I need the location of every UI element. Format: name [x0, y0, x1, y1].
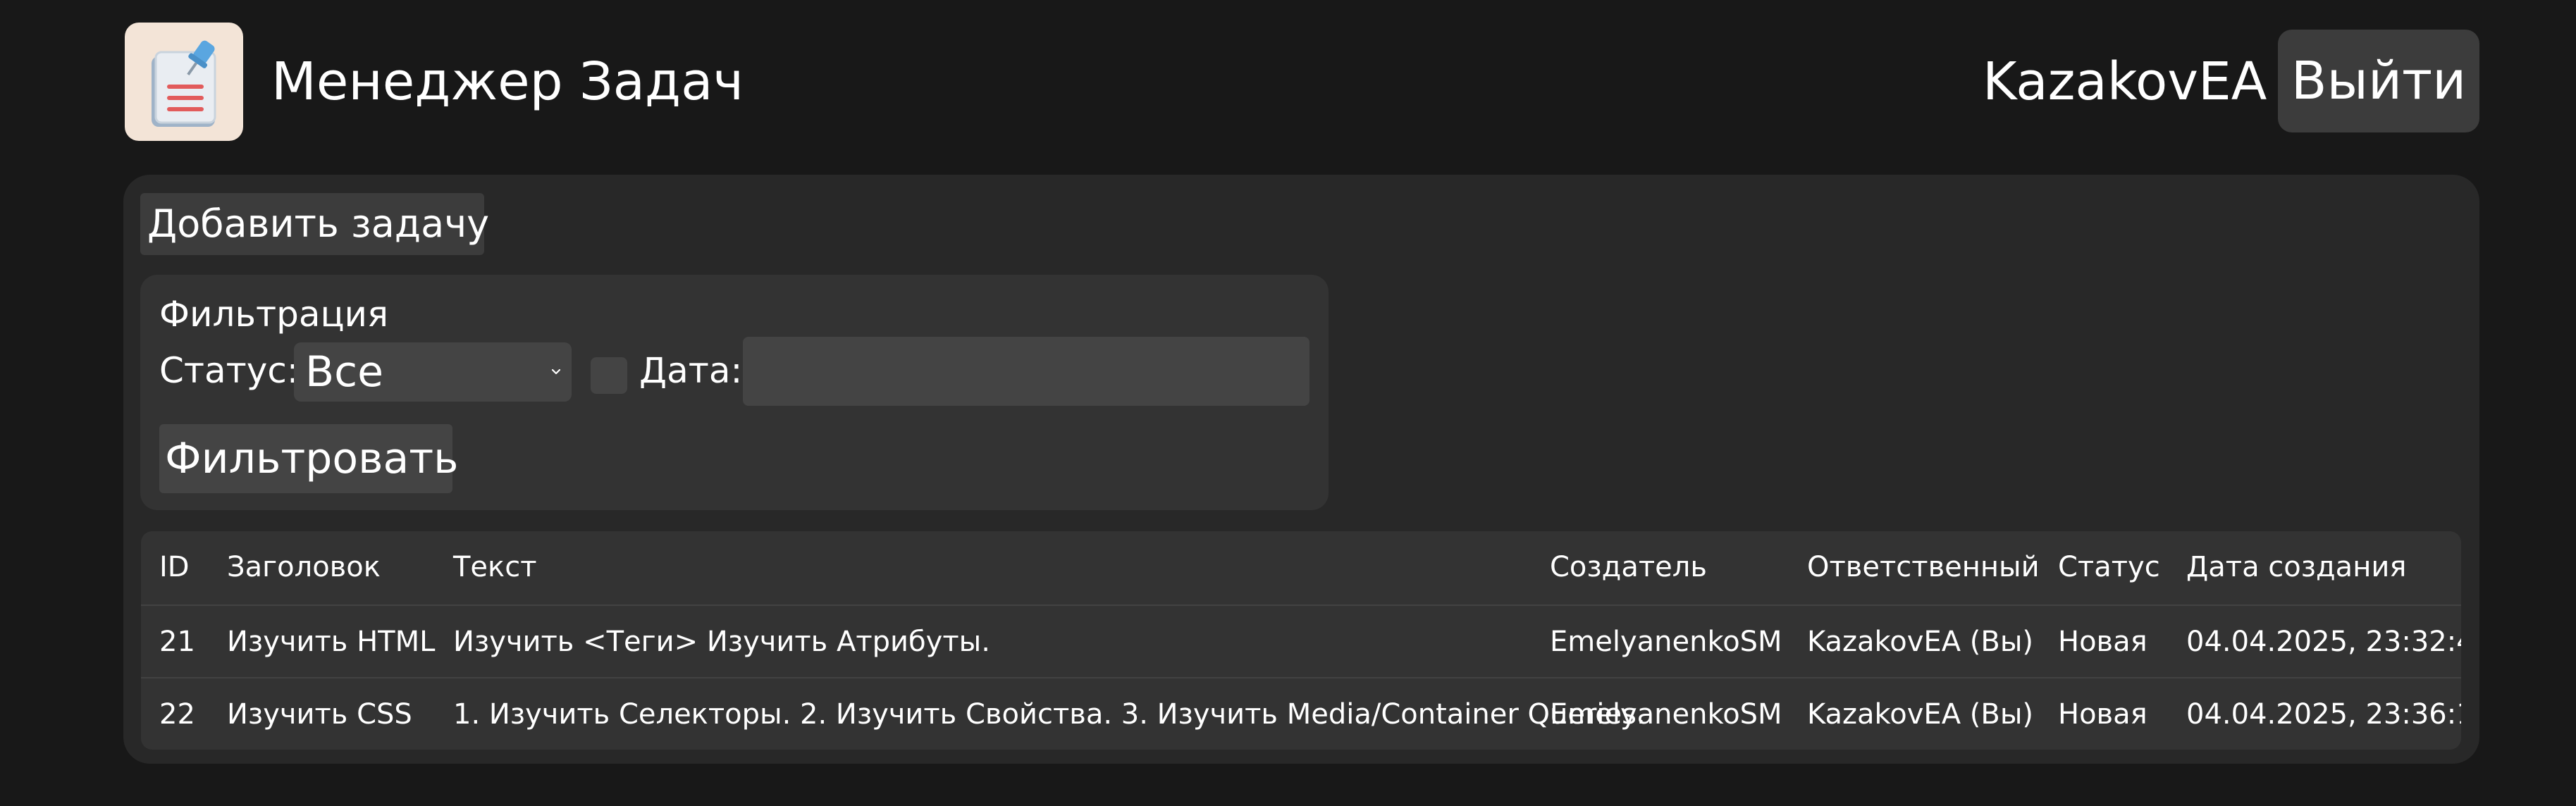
status-label: Статус:	[159, 350, 299, 391]
task-text: 1. Изучить Селекторы. 2. Изучить Свойств…	[453, 698, 1646, 731]
task-status: Новая	[2058, 626, 2147, 658]
status-select[interactable]: Все	[294, 342, 572, 402]
filter-panel: Фильтрация Статус: Все Дата: Фильтровать	[140, 275, 1329, 510]
column-header-assignee: Ответственный	[1807, 551, 2040, 583]
chevron-down-icon	[548, 364, 565, 380]
filter-title: Фильтрация	[159, 294, 389, 335]
task-assignee: KazakovEA (Вы)	[1807, 626, 2034, 658]
task-title: Изучить HTML	[227, 626, 436, 658]
column-header-created-date: Дата создания	[2186, 551, 2407, 583]
column-header-id: ID	[159, 551, 190, 583]
table-row[interactable]: 22 Изучить CSS 1. Изучить Селекторы. 2. …	[141, 677, 2461, 750]
current-username: KazakovEA	[1983, 51, 2267, 112]
task-assignee: KazakovEA (Вы)	[1807, 698, 2034, 731]
task-creator: EmelyanenkoSM	[1550, 626, 1782, 658]
add-task-button[interactable]: Добавить задачу	[140, 193, 489, 255]
column-header-title: Заголовок	[227, 551, 381, 583]
table-header-row: ID Заголовок Текст Создатель Ответственн…	[141, 531, 2461, 603]
task-title: Изучить CSS	[227, 698, 412, 731]
app-title: Менеджер Задач	[271, 51, 744, 112]
task-text: Изучить <Теги> Изучить Атрибуты.	[453, 626, 990, 658]
main-panel: Добавить задачу Фильтрация Статус: Все Д…	[123, 175, 2479, 764]
filter-button[interactable]: Фильтровать	[159, 424, 459, 493]
task-creator: EmelyanenkoSM	[1550, 698, 1782, 731]
task-status: Новая	[2058, 698, 2147, 731]
date-label: Дата:	[639, 350, 743, 391]
task-id: 21	[159, 626, 195, 658]
date-filter-checkbox[interactable]	[591, 357, 627, 394]
status-select-value: Все	[305, 347, 384, 397]
logout-button[interactable]: Выйти	[2278, 30, 2479, 132]
column-header-creator: Создатель	[1550, 551, 1707, 583]
clipboard-pin-icon	[125, 23, 243, 141]
task-created-date: 04.04.2025, 23:32:41	[2186, 626, 2461, 658]
task-created-date: 04.04.2025, 23:36:16	[2186, 698, 2461, 731]
task-id: 22	[159, 698, 195, 731]
column-header-status: Статус	[2058, 551, 2160, 583]
task-table: ID Заголовок Текст Создатель Ответственн…	[141, 531, 2461, 750]
column-header-text: Текст	[453, 551, 537, 583]
app-header: Менеджер Задач KazakovEA Выйти	[123, 23, 2479, 141]
date-input[interactable]	[743, 337, 1309, 406]
table-row[interactable]: 21 Изучить HTML Изучить <Теги> Изучить А…	[141, 604, 2461, 678]
